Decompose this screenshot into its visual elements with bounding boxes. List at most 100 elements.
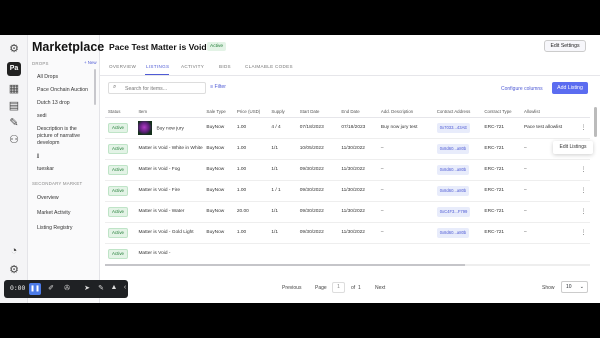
- col-contract-type[interactable]: Contract Type: [481, 107, 521, 118]
- page-label: Page: [315, 285, 327, 291]
- page-title: Pace Test Matter is Void: [109, 42, 207, 52]
- collapse-icon[interactable]: ‹: [120, 284, 130, 291]
- col-price[interactable]: Price (USD): [233, 107, 269, 118]
- cell-allowlist: –: [520, 201, 574, 223]
- cell-type: ERC-721: [481, 159, 521, 181]
- cell-desc: –: [377, 159, 434, 181]
- table-row[interactable]: Active Matter is Void - Gold Light BuyNow 1…: [105, 222, 590, 244]
- cell-sale-type: BuyNow: [203, 138, 234, 160]
- table-row[interactable]: Active Matter is Void - Water BuyNow 20.00 1…: [105, 201, 590, 223]
- table-row[interactable]: Active Matter is Void -: [105, 243, 590, 265]
- row-more-icon[interactable]: ⋮: [573, 222, 590, 244]
- cell-supply: 1/1: [268, 159, 297, 181]
- sidebar-item-sedi[interactable]: sedi: [37, 113, 92, 120]
- pen-icon[interactable]: ✎: [96, 284, 106, 292]
- row-more-icon[interactable]: ⋮: [573, 117, 590, 139]
- settings-gear-icon[interactable]: ⚙: [7, 42, 21, 56]
- tab-overview[interactable]: OVERVIEW: [109, 64, 136, 69]
- sidebar-item-pace-onchain-auction[interactable]: Pace Onchain Auction: [37, 87, 92, 94]
- sidebar-item-listing-registry[interactable]: Listing Registry: [37, 225, 92, 232]
- next-page-button[interactable]: Next: [375, 285, 385, 291]
- row-context-menu: Edit Listings: [553, 141, 593, 154]
- cell-address: 0x8d60...a80b: [433, 159, 482, 181]
- col-add-description[interactable]: Add. Description: [377, 107, 434, 118]
- table-row[interactable]: Active Matter is Void - White in White Buy…: [105, 138, 590, 160]
- cell-allowlist: –: [520, 159, 574, 181]
- table-row[interactable]: Active Matter is Void - Fire BuyNow 1.00 1 /…: [105, 180, 590, 202]
- configure-columns-link[interactable]: Configure columns: [501, 86, 543, 92]
- contract-address-chip[interactable]: 0x8d60...a80b: [436, 227, 470, 238]
- row-more-icon[interactable]: ⋮: [573, 201, 590, 223]
- sidebar-scrollbar[interactable]: [94, 69, 96, 105]
- table-horizontal-scrollbar[interactable]: [105, 264, 590, 266]
- cell-end: 07/18/2023: [338, 117, 378, 139]
- mic-icon[interactable]: ✇: [62, 284, 72, 292]
- cell-status: Active: [105, 222, 136, 244]
- pointer-icon[interactable]: ➤: [82, 284, 92, 292]
- contract-address-chip[interactable]: 0xC4F3...F799: [436, 206, 471, 217]
- add-listing-button[interactable]: Add Listing: [552, 82, 588, 94]
- contract-address-chip[interactable]: 0x8d60...a80b: [436, 164, 470, 175]
- cell-price: 1.00: [233, 159, 269, 181]
- cell-address: 0x7033...43AE: [433, 117, 482, 139]
- highlighter-icon[interactable]: ▲: [109, 284, 119, 291]
- sidebar-item-tueskar[interactable]: tueskar: [37, 166, 92, 173]
- new-drop-button[interactable]: + New: [84, 60, 97, 65]
- col-sale-type[interactable]: Sale Type: [203, 107, 234, 118]
- pause-button[interactable]: ❚❚: [29, 283, 41, 295]
- sidebar-item-all-drops[interactable]: All Drops: [37, 74, 92, 81]
- chart-icon[interactable]: ◔: [7, 244, 21, 258]
- tab-bids[interactable]: BIDS: [219, 64, 231, 69]
- col-start-date[interactable]: Start Date: [296, 107, 339, 118]
- col-status[interactable]: Status: [105, 107, 136, 118]
- col-supply[interactable]: Supply: [268, 107, 297, 118]
- row-more-icon[interactable]: [573, 243, 590, 265]
- marketplace-sidebar: Marketplace DROPS + New All Drops Pace O…: [28, 35, 104, 303]
- gear-icon[interactable]: ⚙: [7, 263, 21, 277]
- row-more-icon[interactable]: ⋮: [573, 180, 590, 202]
- cell-end: 11/30/2022: [338, 180, 378, 202]
- tab-claimable-codes[interactable]: CLAIMABLE CODES: [245, 64, 293, 69]
- col-end-date[interactable]: End Date: [338, 107, 378, 118]
- grid-icon[interactable]: ▦: [7, 82, 21, 96]
- row-more-icon[interactable]: ⋮: [573, 159, 590, 181]
- table-vertical-scrollbar[interactable]: [594, 107, 597, 137]
- contract-address-chip[interactable]: 0x8d60...a80b: [436, 143, 470, 154]
- status-badge: Active: [207, 42, 227, 51]
- table-row[interactable]: Active Matter is Void - Fog BuyNow 1.00 1/1 0…: [105, 159, 590, 181]
- filter-label: Filter: [214, 84, 226, 90]
- sidebar-item-overview[interactable]: Overview: [37, 195, 92, 202]
- col-item[interactable]: Item: [135, 107, 204, 118]
- contract-address-chip[interactable]: 0x8d60...a80b: [436, 185, 470, 196]
- contract-address-chip[interactable]: 0x7033...43AE: [436, 122, 471, 133]
- cell-desc: –: [377, 180, 434, 202]
- filter-button[interactable]: ≡ Filter: [210, 84, 226, 90]
- page-size-select[interactable]: 10 ⌄: [561, 281, 588, 293]
- tab-activity[interactable]: ACTIVITY: [181, 64, 204, 69]
- col-contract-address[interactable]: Contract Address: [433, 107, 482, 118]
- page-number-input[interactable]: 1: [332, 282, 345, 293]
- edit-listings-menu-item[interactable]: Edit Listings: [560, 144, 587, 150]
- sidebar-item-dutch-13-drop[interactable]: Dutch 13 drop: [37, 100, 92, 107]
- draw-icon[interactable]: ✐: [46, 284, 56, 292]
- app-window: ⚙ Pa ▦ ▤ ✎ ⚇ ◔ ⚙ Marketplace DROPS + New…: [0, 35, 600, 303]
- inbox-icon[interactable]: ▤: [7, 99, 21, 113]
- cell-sale-type: BuyNow: [203, 180, 234, 202]
- chevron-down-icon: ⌄: [579, 284, 584, 290]
- search-input[interactable]: [125, 84, 203, 93]
- rail-logo-button[interactable]: Pa: [7, 62, 21, 76]
- people-icon[interactable]: ⚇: [7, 133, 21, 147]
- scroll-thumb[interactable]: [105, 264, 465, 266]
- sidebar-item-description[interactable]: Description is the picture of narrative …: [37, 126, 92, 147]
- previous-page-button[interactable]: Previous: [282, 285, 301, 291]
- sidebar-item-market-activity[interactable]: Market Activity: [37, 210, 92, 217]
- cell-end: 11/30/2022: [338, 222, 378, 244]
- table-row[interactable]: Active Buy now jury BuyNow 1.00 4 / 4 07/18/2…: [105, 117, 590, 139]
- sidebar-item-jj[interactable]: jj: [37, 153, 92, 160]
- cell-start: 09/30/2022: [296, 180, 339, 202]
- edit-icon[interactable]: ✎: [7, 116, 21, 130]
- cell-sale-type: BuyNow: [203, 222, 234, 244]
- col-allowlist[interactable]: Allowlist: [520, 107, 574, 118]
- tab-listings[interactable]: LISTINGS: [146, 64, 169, 69]
- edit-settings-button[interactable]: Edit Settings: [544, 40, 586, 52]
